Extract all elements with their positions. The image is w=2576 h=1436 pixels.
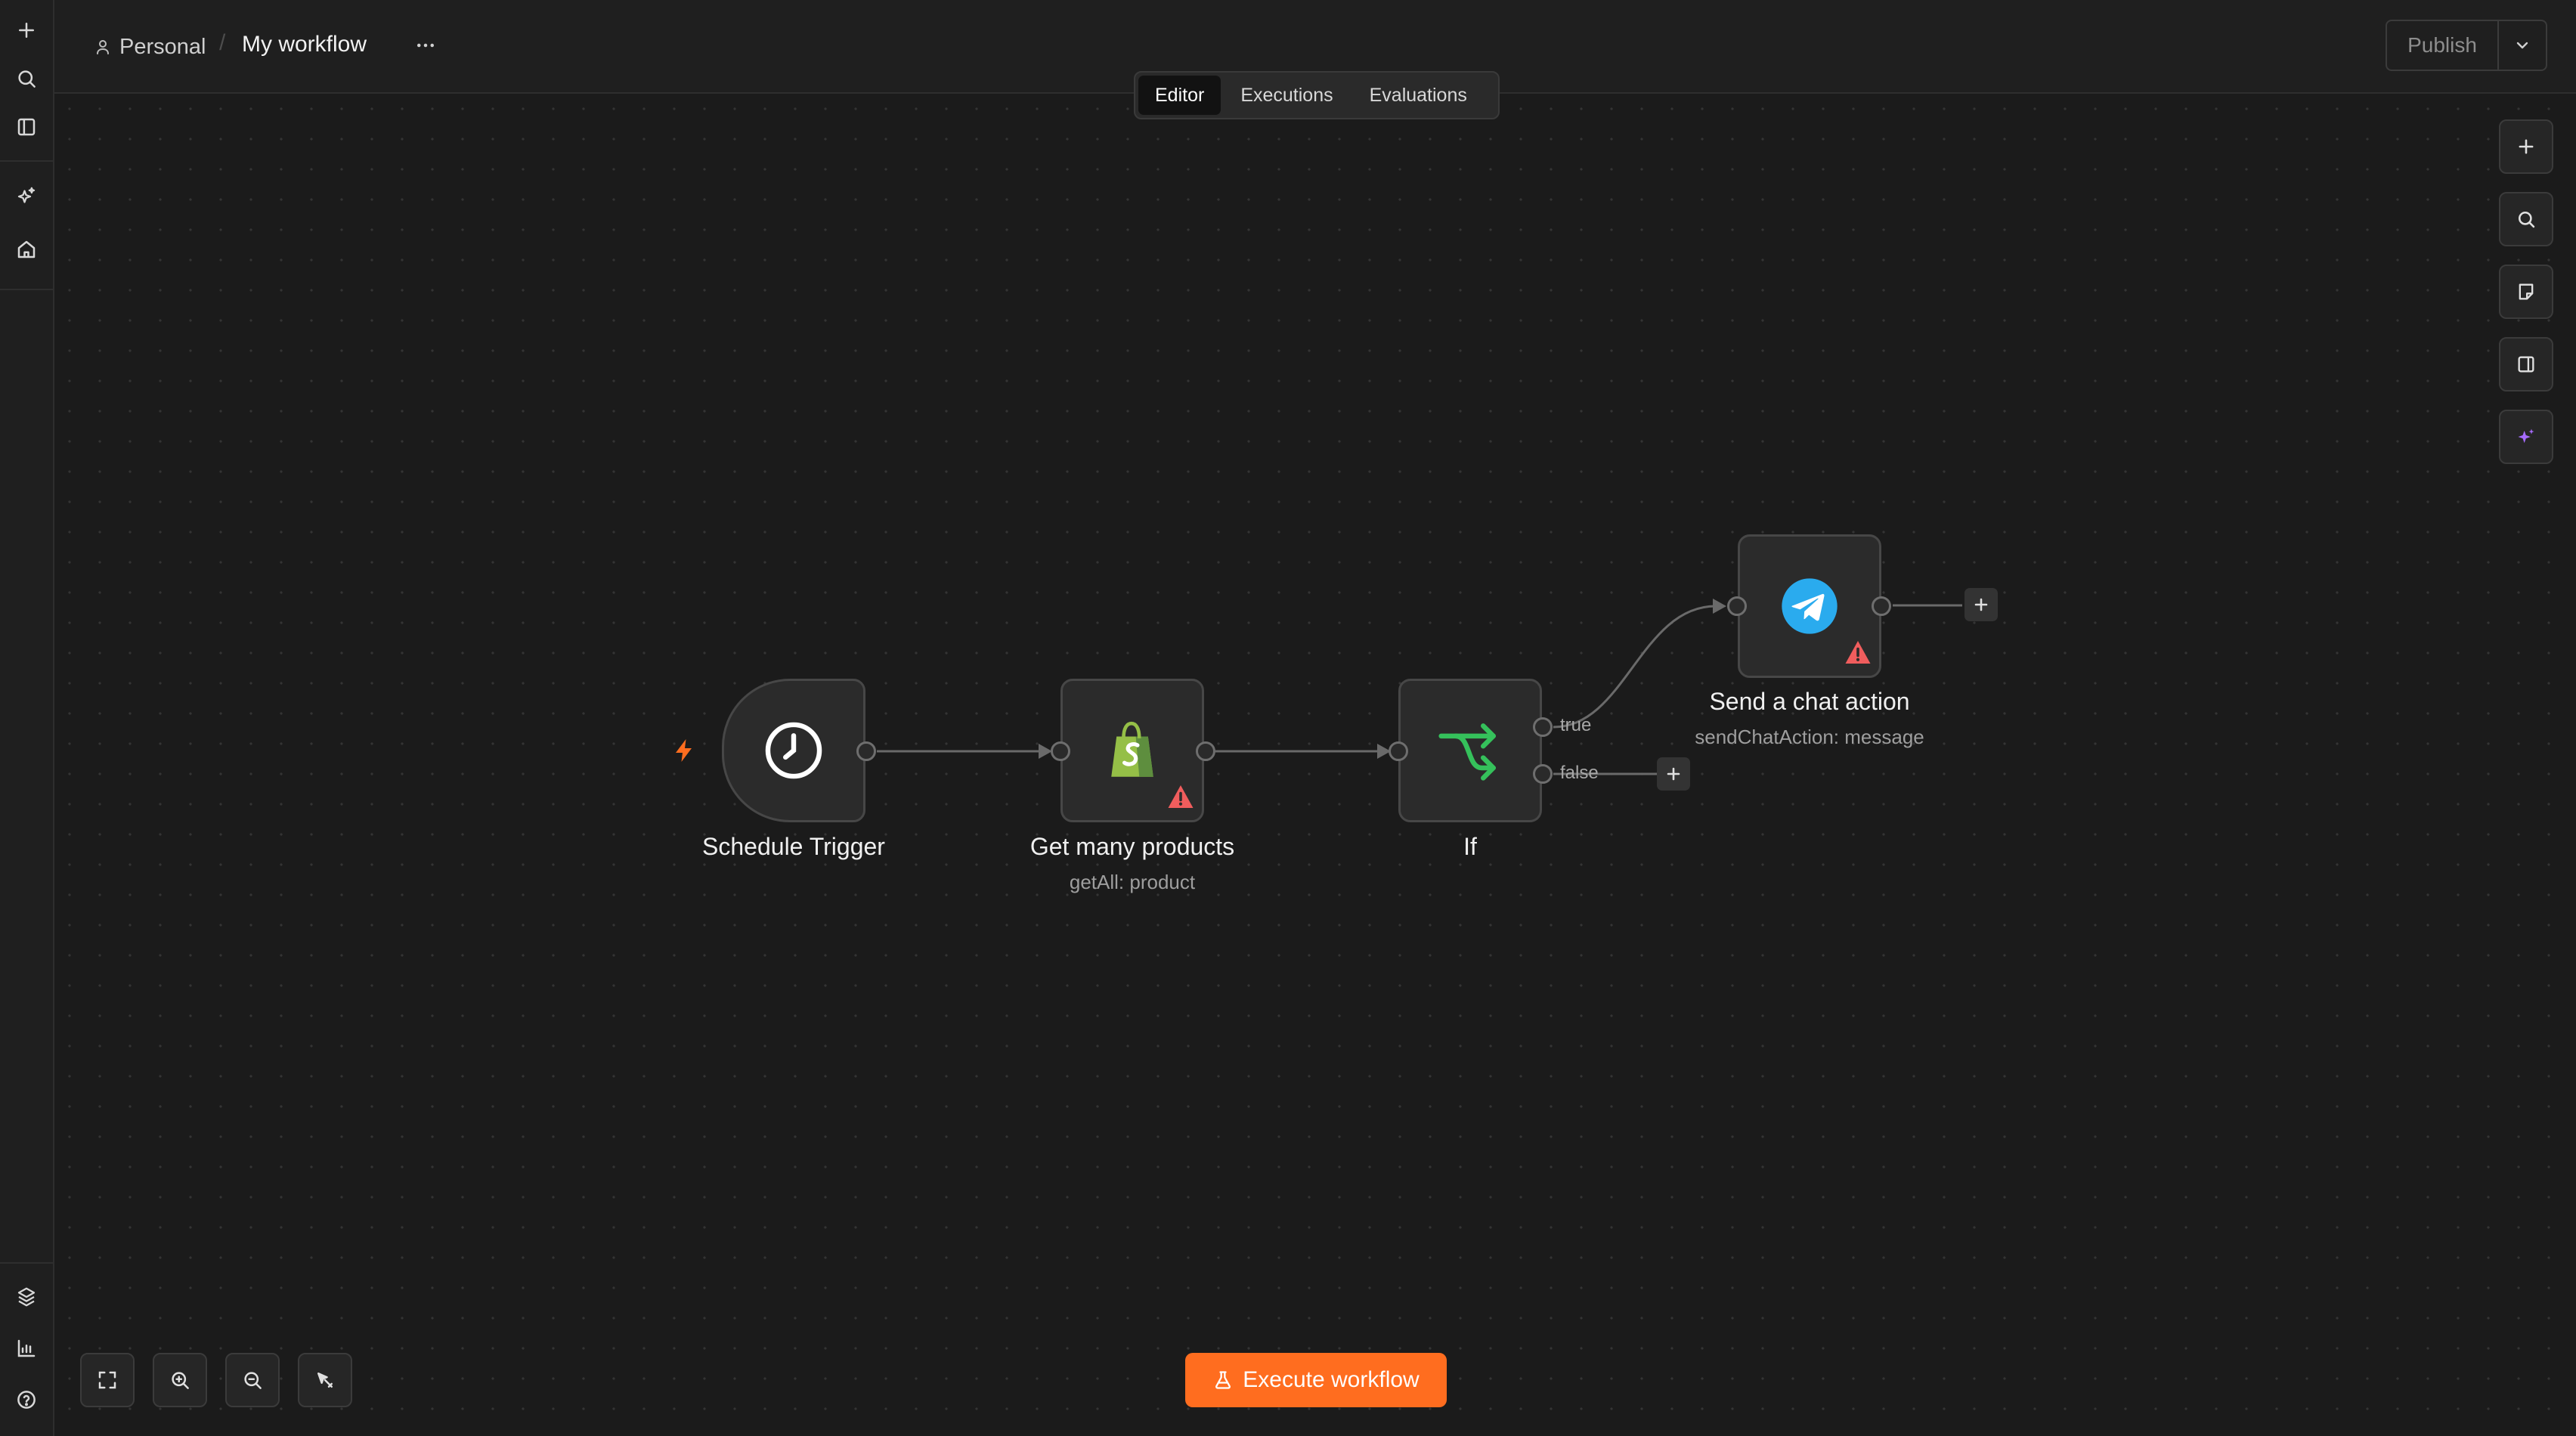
publish-options-button[interactable] (2497, 21, 2546, 70)
tidy-up-icon (317, 1373, 333, 1388)
sidebar-divider (0, 160, 53, 162)
plus-icon (19, 23, 34, 38)
home-icon (17, 240, 36, 258)
toggle-sidebar-button[interactable] (0, 106, 53, 148)
add-sticky-note-button[interactable] (2499, 265, 2553, 319)
node-label: Schedule Trigger (702, 833, 885, 860)
tab-editor[interactable]: Editor (1138, 76, 1221, 115)
zoom-out-button[interactable] (225, 1353, 280, 1407)
shopify-icon (1104, 719, 1160, 782)
app-root: Personal / My workflow Publish Editor Ex… (0, 0, 2576, 1436)
search-button[interactable] (0, 57, 53, 100)
node-output-handle[interactable] (856, 741, 876, 761)
search-icon (2518, 211, 2535, 228)
if-false-label: false (1560, 763, 1599, 783)
node-get-many-products[interactable] (1060, 679, 1204, 822)
sticky-note-icon (2519, 283, 2534, 300)
zoom-in-icon (172, 1372, 189, 1389)
help-icon (17, 1391, 36, 1409)
zoom-in-button[interactable] (153, 1353, 207, 1407)
execute-workflow-label: Execute workflow (1243, 1367, 1420, 1392)
ai-assistant-button[interactable] (2499, 410, 2553, 464)
home-button[interactable] (0, 228, 53, 271)
tab-executions[interactable]: Executions (1224, 76, 1349, 115)
plus-icon (2519, 139, 2534, 154)
workflow-menu-button[interactable] (407, 23, 444, 68)
execute-workflow-button[interactable]: Execute workflow (1185, 1353, 1447, 1407)
clock-icon (761, 718, 826, 783)
add-node-after-button[interactable] (1965, 588, 1998, 621)
zoom-out-icon (244, 1372, 262, 1389)
node-label: If (1463, 833, 1477, 860)
fit-view-icon (98, 1371, 116, 1389)
plus-icon (1667, 767, 1680, 781)
chevron-down-icon (2516, 42, 2528, 49)
telegram-icon (1779, 576, 1840, 636)
warning-icon[interactable] (1844, 639, 1872, 665)
node-label: Send a chat action (1709, 688, 1910, 715)
panel-icon (17, 118, 36, 136)
tidy-up-button[interactable] (298, 1353, 352, 1407)
panel-icon (2518, 356, 2534, 373)
add-node-button[interactable] (2499, 119, 2553, 174)
node-schedule-trigger[interactable] (722, 679, 865, 822)
breadcrumb-project-label: Personal (119, 34, 206, 59)
node-input-handle[interactable] (1051, 741, 1070, 761)
if-true-label: true (1560, 715, 1592, 735)
node-input-handle[interactable] (1727, 596, 1747, 616)
search-icon (18, 70, 36, 88)
node-input-handle[interactable] (1389, 741, 1408, 761)
sidebar-divider (0, 289, 53, 290)
templates-icon (17, 1287, 36, 1307)
if-false-output-handle[interactable] (1533, 764, 1553, 784)
search-nodes-button[interactable] (2499, 192, 2553, 246)
breadcrumb-project[interactable]: Personal (94, 30, 206, 63)
node-send-chat-action[interactable] (1738, 534, 1881, 678)
node-subtitle: getAll: product (1069, 871, 1196, 893)
publish-button-group: Publish (2386, 20, 2547, 71)
sidebar-divider (0, 1262, 53, 1264)
node-output-handle[interactable] (1196, 741, 1215, 761)
publish-button[interactable]: Publish (2387, 21, 2497, 70)
flask-icon (1215, 1371, 1231, 1389)
ai-assistant-button[interactable] (0, 175, 53, 218)
templates-button[interactable] (0, 1276, 53, 1318)
add-button[interactable] (0, 9, 53, 51)
add-node-false-button[interactable] (1657, 757, 1690, 791)
view-tabs: Editor Executions Evaluations (1134, 71, 1500, 119)
workflow-name[interactable]: My workflow (242, 32, 367, 57)
node-subtitle: sendChatAction: message (1695, 726, 1924, 748)
ai-sparkle-icon (2518, 429, 2534, 444)
node-if[interactable] (1398, 679, 1542, 822)
left-sidebar (0, 0, 54, 1436)
trigger-bolt-icon (671, 735, 698, 766)
help-button[interactable] (0, 1379, 53, 1421)
user-icon (97, 40, 109, 54)
tab-evaluations[interactable]: Evaluations (1353, 76, 1484, 115)
fit-view-button[interactable] (80, 1353, 135, 1407)
node-label: Get many products (1029, 833, 1235, 860)
insights-button[interactable] (0, 1327, 53, 1369)
plus-icon (1974, 598, 1988, 611)
node-output-handle[interactable] (1872, 596, 1891, 616)
workflow-canvas[interactable] (54, 94, 2576, 1431)
branch-icon (1435, 716, 1505, 785)
toggle-panel-button[interactable] (2499, 337, 2553, 391)
warning-icon[interactable] (1167, 784, 1194, 809)
breadcrumb-separator: / (219, 30, 226, 55)
insights-icon (17, 1339, 36, 1357)
sparkles-icon (17, 187, 36, 203)
more-horizontal-icon (417, 43, 434, 48)
if-true-output-handle[interactable] (1533, 717, 1553, 737)
